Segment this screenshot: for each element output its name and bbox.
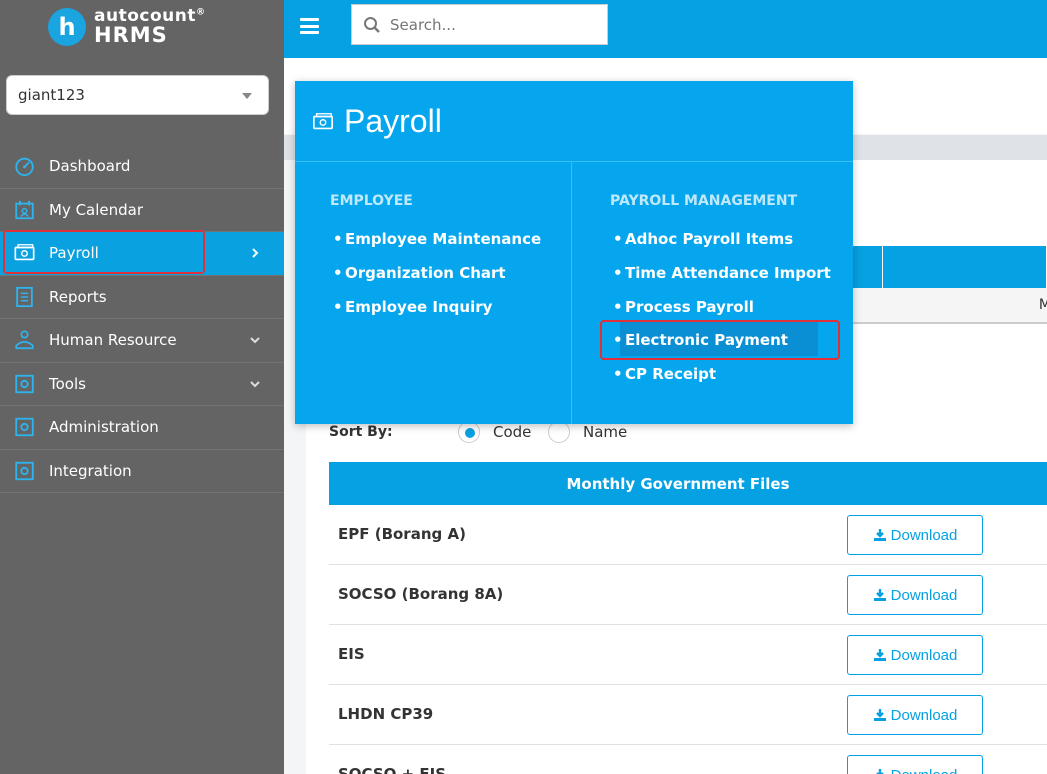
caret-down-icon	[242, 93, 252, 99]
sidebar-item-integration[interactable]: Integration	[0, 450, 284, 493]
sidebar-item-label: Human Resource	[49, 331, 177, 349]
table-row: EIS Download	[329, 625, 1047, 685]
table-row: EPF (Borang A) Download	[329, 505, 1047, 565]
dashboard-icon	[15, 157, 34, 177]
table-header	[852, 246, 1047, 288]
mega-menu-title: Payroll	[344, 103, 442, 139]
sidebar-item-dashboard[interactable]: Dashboard	[0, 145, 284, 189]
sidebar-item-payroll[interactable]: Payroll	[0, 232, 294, 276]
logo-badge: h	[48, 8, 86, 46]
download-icon	[873, 649, 886, 661]
mega-menu-header: Payroll	[295, 81, 853, 162]
menu-link-cp-receipt[interactable]: CP Receipt	[613, 365, 831, 399]
sidebar-nav: Dashboard My Calendar Payroll Reports Hu…	[0, 145, 294, 493]
payroll-management-column: PAYROLL MANAGEMENT Adhoc Payroll Items T…	[572, 162, 853, 424]
download-button[interactable]: Download	[847, 575, 983, 615]
download-button[interactable]: Download	[847, 695, 983, 735]
table-row: SOCSO (Borang 8A) Download	[329, 565, 1047, 625]
government-files-table: Monthly Government Files EPF (Borang A) …	[329, 462, 1047, 774]
human-resource-icon	[15, 330, 34, 350]
table-row: SOCSO + EIS Download	[329, 745, 1047, 774]
data-table-fragment: M	[852, 246, 1047, 326]
payroll-icon	[313, 113, 333, 130]
employee-heading: EMPLOYEE	[330, 193, 413, 209]
sort-name-radio[interactable]	[548, 421, 570, 443]
download-label: Download	[890, 526, 958, 544]
chevron-down-icon	[250, 337, 260, 344]
chevron-right-icon	[252, 248, 259, 258]
sidebar-item-label: Dashboard	[49, 157, 131, 175]
download-button[interactable]: Download	[847, 635, 983, 675]
download-label: Download	[891, 767, 958, 774]
sidebar-item-label: Reports	[49, 287, 107, 306]
download-button[interactable]: Download	[847, 755, 983, 774]
government-files-title: Monthly Government Files	[329, 462, 1047, 505]
menu-link-employee-inquiry[interactable]: Employee Inquiry	[333, 298, 541, 332]
chevron-down-icon	[250, 380, 260, 387]
app-logo[interactable]: h autocount® HRMS	[48, 6, 205, 48]
download-icon	[873, 529, 886, 541]
hamburger-menu-icon[interactable]	[300, 18, 319, 34]
tools-icon	[15, 374, 34, 393]
top-bar	[284, 0, 1047, 58]
sidebar-item-human-resource[interactable]: Human Resource	[0, 319, 284, 363]
download-label: Download	[890, 706, 958, 724]
row-name: SOCSO (Borang 8A)	[338, 585, 504, 603]
payroll-management-heading: PAYROLL MANAGEMENT	[610, 193, 798, 209]
payroll-icon	[14, 244, 35, 261]
calendar-icon	[15, 200, 34, 219]
table-cell: M	[1038, 297, 1047, 313]
sidebar: h autocount® HRMS giant123 Dashboard My …	[0, 0, 294, 774]
sort-code-label[interactable]: Code	[493, 423, 531, 441]
sidebar-item-reports[interactable]: Reports	[0, 276, 284, 319]
logo-line2: HRMS	[94, 23, 168, 47]
download-label: Download	[890, 586, 958, 604]
row-name: LHDN CP39	[338, 705, 434, 723]
sort-by-label: Sort By:	[329, 424, 393, 440]
download-icon	[875, 769, 884, 774]
integration-icon	[15, 461, 34, 480]
download-icon	[873, 589, 886, 601]
sidebar-item-label: Payroll	[49, 244, 99, 262]
company-select[interactable]: giant123	[6, 75, 269, 115]
menu-link-organization-chart[interactable]: Organization Chart	[333, 264, 541, 298]
employee-column: EMPLOYEE Employee Maintenance Organizati…	[295, 162, 572, 424]
sidebar-item-label: Administration	[49, 418, 159, 436]
employee-links: Employee Maintenance Organization Chart …	[333, 230, 541, 332]
download-icon	[873, 709, 886, 721]
row-name: SOCSO + EIS	[338, 765, 447, 774]
download-label: Download	[890, 646, 958, 664]
sort-name-label[interactable]: Name	[583, 423, 627, 441]
sidebar-item-label: Integration	[49, 461, 132, 480]
search-icon	[364, 17, 380, 33]
menu-link-electronic-payment[interactable]: Electronic Payment	[613, 331, 831, 365]
download-button[interactable]: Download	[847, 515, 983, 555]
sidebar-item-administration[interactable]: Administration	[0, 406, 284, 450]
menu-link-process-payroll[interactable]: Process Payroll	[613, 298, 831, 332]
table-row: M	[852, 288, 1047, 324]
menu-link-adhoc-payroll-items[interactable]: Adhoc Payroll Items	[613, 230, 831, 264]
payroll-mega-menu: Payroll EMPLOYEE Employee Maintenance Or…	[295, 81, 853, 424]
search-input[interactable]	[390, 15, 590, 34]
administration-icon	[15, 417, 34, 437]
row-name: EIS	[338, 645, 365, 663]
company-select-value: giant123	[18, 86, 85, 104]
menu-link-employee-maintenance[interactable]: Employee Maintenance	[333, 230, 541, 264]
logo-text: autocount® HRMS	[94, 8, 205, 46]
sidebar-item-my-calendar[interactable]: My Calendar	[0, 189, 284, 232]
logo-mark: ®	[195, 7, 206, 18]
sidebar-item-label: Tools	[49, 374, 86, 393]
search-box[interactable]	[351, 4, 608, 45]
payroll-management-links: Adhoc Payroll Items Time Attendance Impo…	[613, 230, 831, 399]
sort-code-radio[interactable]	[458, 421, 480, 443]
table-row: LHDN CP39 Download	[329, 685, 1047, 745]
row-name: EPF (Borang A)	[338, 525, 466, 543]
sidebar-item-label: My Calendar	[49, 200, 144, 219]
reports-icon	[16, 286, 33, 307]
menu-link-time-attendance-import[interactable]: Time Attendance Import	[613, 264, 831, 298]
sidebar-item-tools[interactable]: Tools	[0, 363, 284, 406]
